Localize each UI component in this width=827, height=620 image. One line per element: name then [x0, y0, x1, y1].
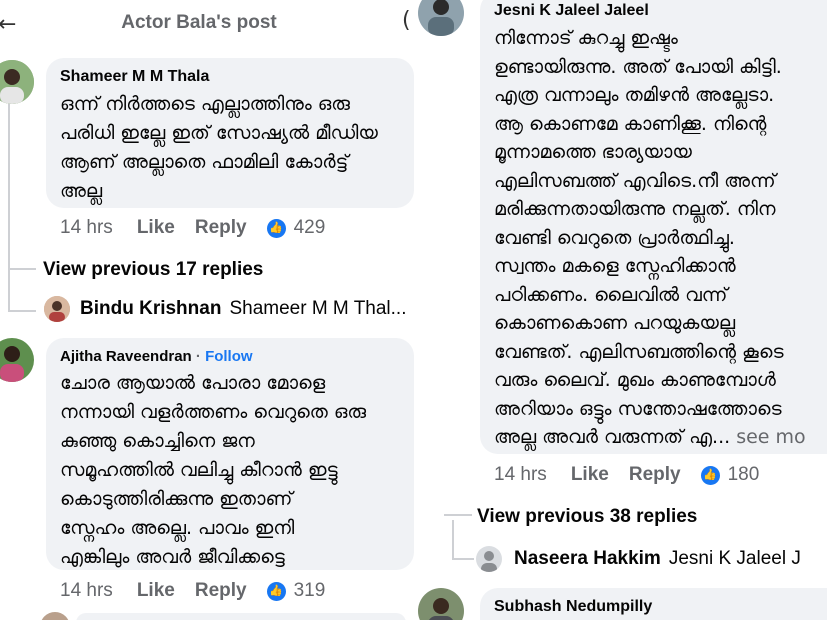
- thread-branch-line: [444, 514, 472, 516]
- reaction-count[interactable]: 180: [728, 464, 760, 486]
- comment-actions: 14 hrs Like Reply 👍 319: [60, 580, 325, 602]
- comment-actions: 14 hrs Like Reply 👍 429: [60, 217, 325, 239]
- thread-line: [452, 520, 454, 560]
- thread-branch-line: [452, 558, 474, 560]
- default-avatar-icon[interactable]: [476, 546, 502, 572]
- reply-button[interactable]: Reply: [629, 464, 681, 486]
- avatar[interactable]: [418, 588, 464, 620]
- comment-author[interactable]: Jesni K Jaleel Jaleel: [494, 2, 827, 20]
- like-reaction-icon[interactable]: 👍: [700, 465, 720, 485]
- right-screenshot-panel: Jesni K Jaleel Jaleel നിന്നോട് കുറച്ചു ഇ…: [418, 0, 827, 620]
- comment-text: ഒന്ന് നിർത്തടെ എല്ലാത്തിനും ഒരു പരിധി ഇല…: [60, 93, 378, 202]
- header-action-icon[interactable]: (: [402, 8, 411, 33]
- reply-button[interactable]: Reply: [195, 580, 247, 602]
- reply-snippet: Shameer M M Thal...: [229, 298, 407, 319]
- view-previous-replies-link[interactable]: View previous 38 replies: [477, 506, 697, 528]
- comment-bubble: Jesni K Jaleel Jaleel നിന്നോട് കുറച്ചു ഇ…: [480, 0, 827, 454]
- like-reaction-icon[interactable]: 👍: [266, 581, 286, 601]
- separator-dot: ·: [195, 348, 201, 365]
- reply-snippet: Jesni K Jaleel J: [668, 548, 801, 569]
- comment-timestamp[interactable]: 14 hrs: [60, 217, 113, 239]
- avatar[interactable]: [0, 338, 34, 382]
- comment-author[interactable]: Ajitha Raveendran: [60, 348, 192, 365]
- reply-button[interactable]: Reply: [195, 217, 247, 239]
- comment-author[interactable]: Subhash Nedumpilly: [494, 598, 827, 616]
- comment-bubble: Shameer M M Thala ഒന്ന് നിർത്തടെ എല്ലാത്…: [46, 58, 414, 208]
- like-button[interactable]: Like: [571, 464, 609, 486]
- avatar[interactable]: [418, 0, 464, 36]
- comment-author-row: Ajitha Raveendran · Follow: [60, 348, 400, 365]
- thread-branch-line: [8, 310, 36, 312]
- avatar[interactable]: [44, 296, 70, 322]
- left-screenshot-panel: ← Actor Bala's post ( Shameer M M Thala …: [0, 0, 418, 620]
- comment-actions: 14 hrs Like Reply 👍 180: [494, 464, 759, 486]
- comment-timestamp[interactable]: 14 hrs: [494, 464, 547, 486]
- cut-off-comment-bubble: [76, 613, 406, 620]
- comment-text: നിന്നോട് കുറച്ചു ഇഷ്ടം ഉണ്ടായിരുന്നു. അത…: [494, 24, 827, 452]
- avatar[interactable]: [40, 612, 70, 620]
- like-button[interactable]: Like: [137, 580, 175, 602]
- reply-author[interactable]: Bindu Krishnan: [80, 298, 221, 320]
- follow-button[interactable]: Follow: [205, 348, 253, 365]
- post-header: ← Actor Bala's post (: [0, 0, 418, 46]
- reply-preview[interactable]: Naseera Hakkim Jesni K Jaleel J: [476, 546, 801, 572]
- comment-timestamp[interactable]: 14 hrs: [60, 580, 113, 602]
- comment-bubble: Subhash Nedumpilly: [480, 588, 827, 620]
- reaction-count[interactable]: 319: [294, 580, 326, 602]
- reply-preview[interactable]: Bindu Krishnan Shameer M M Thal...: [44, 296, 407, 322]
- reply-author[interactable]: Naseera Hakkim: [514, 548, 661, 570]
- comment-bubble: Ajitha Raveendran · Follow ചോര ആയാൽ പോരാ…: [46, 338, 414, 570]
- avatar[interactable]: [0, 60, 34, 104]
- see-more-link[interactable]: see mo: [736, 426, 805, 448]
- view-previous-replies-link[interactable]: View previous 17 replies: [43, 259, 263, 281]
- like-reaction-icon[interactable]: 👍: [266, 218, 286, 238]
- comment-text-body: നിന്നോട് കുറച്ചു ഇഷ്ടം ഉണ്ടായിരുന്നു. അത…: [494, 27, 784, 448]
- thread-line: [8, 100, 10, 312]
- comment-author[interactable]: Shameer M M Thala: [60, 68, 400, 86]
- like-button[interactable]: Like: [137, 217, 175, 239]
- reaction-count[interactable]: 429: [294, 217, 326, 239]
- thread-branch-line: [8, 268, 36, 270]
- comment-text: ചോര ആയാൽ പോരാ മോളെ നന്നായി വളർത്തണം വെറു…: [60, 372, 367, 568]
- post-title: Actor Bala's post: [121, 12, 277, 33]
